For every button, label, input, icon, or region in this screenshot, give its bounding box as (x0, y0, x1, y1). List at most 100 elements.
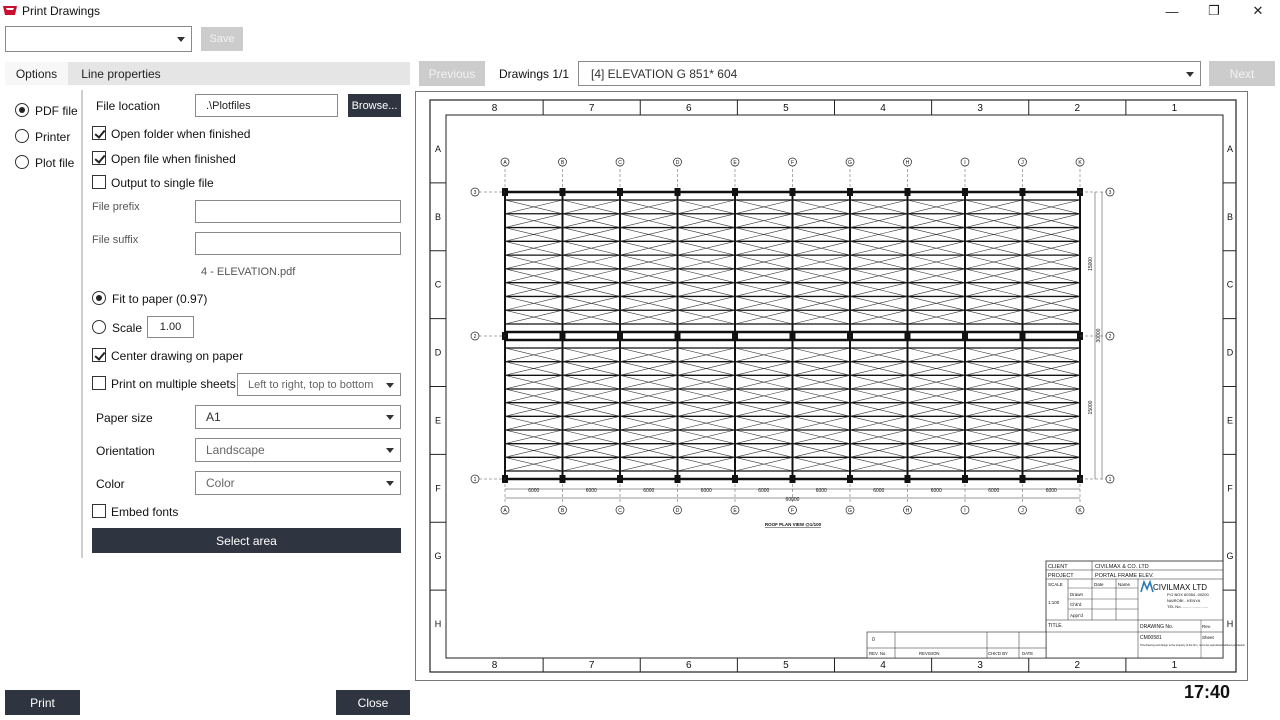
column-base (904, 332, 911, 340)
client-value: CIVILMAX & CO. LTD (1095, 564, 1149, 570)
title-label: TITLE. (1048, 623, 1063, 629)
column-base (904, 188, 911, 196)
total-dimension-label: 60000 (786, 497, 800, 503)
color-select[interactable]: Color (195, 471, 401, 495)
paper-size-value: A1 (206, 410, 221, 424)
zone-label-left: A (435, 144, 441, 154)
browse-button[interactable]: Browse... (348, 94, 401, 117)
center-drawing-checkbox[interactable] (92, 348, 106, 362)
pdf-file-label: PDF file (35, 104, 78, 118)
select-area-button[interactable]: Select area (92, 528, 401, 553)
project-value: PORTAL FRAME ELEV. (1095, 573, 1154, 579)
minimize-button[interactable]: — (1150, 0, 1194, 22)
scale-label: Scale (112, 321, 143, 335)
maximize-button[interactable]: ❐ (1192, 0, 1236, 22)
drawing-select[interactable]: [4] ELEVATION G 851* 604 (578, 61, 1201, 86)
zone-label-left: E (435, 415, 441, 425)
plot-file-label: Plot file (35, 156, 75, 170)
column-base (732, 188, 738, 196)
chevron-down-icon (1186, 71, 1194, 77)
panel-divider (81, 90, 83, 558)
file-suffix-input[interactable] (195, 232, 401, 255)
pdf-file-radio[interactable] (15, 103, 29, 117)
scale-input[interactable]: 1.00 (147, 316, 194, 338)
single-file-checkbox[interactable] (92, 175, 106, 189)
window-title: Print Drawings (22, 4, 101, 18)
column-base (732, 475, 738, 483)
column-base (962, 475, 968, 483)
side-dimension-label: 15000 (1088, 257, 1094, 271)
chevron-down-icon (386, 415, 394, 420)
file-location-input[interactable]: .\Plotfiles (195, 94, 338, 117)
company-name: CIVILMAX LTD (1153, 583, 1207, 592)
zone-label-right: F (1227, 483, 1233, 493)
column-base (1019, 475, 1026, 483)
fit-to-paper-label: Fit to paper (0.97) (112, 292, 208, 306)
drawing-preview[interactable]: 8877665544332211AABBCCDDEEFFGGHHAABBCCDD… (415, 91, 1248, 681)
chevron-down-icon (386, 448, 394, 453)
tab-options[interactable]: Options (5, 62, 68, 85)
zone-label-bottom: 8 (492, 660, 498, 671)
scale-radio[interactable] (92, 320, 106, 334)
column-base (559, 188, 566, 196)
column-base (732, 332, 738, 340)
grid-bubble-label: H (906, 160, 910, 166)
grid-bubble-label: 1 (474, 477, 477, 483)
save-button[interactable]: Save (201, 27, 243, 51)
filename-preview: 4 - ELEVATION.pdf (201, 266, 296, 278)
drawing-sheet: 8877665544332211A AB BC CD DE EF FG GH HAABBCCDD… (429, 99, 1246, 673)
company-address-1: P.O BOX 60354 -00200 (1167, 592, 1210, 597)
zone-label-bottom: 4 (880, 660, 886, 671)
drawings-counter: Drawings 1/1 (499, 67, 570, 81)
company-tel: TEL No......................... (1167, 604, 1208, 609)
zone-label-top: 3 (977, 103, 983, 114)
column-base (617, 475, 623, 483)
paper-size-label: Paper size (96, 411, 153, 425)
column-base (789, 332, 796, 340)
next-button[interactable]: Next (1209, 61, 1275, 86)
embed-fonts-checkbox[interactable] (92, 504, 106, 518)
close-window-button[interactable]: ✕ (1236, 0, 1280, 22)
plot-file-radio[interactable] (15, 155, 29, 169)
bay-dimension-label: 6000 (873, 488, 884, 494)
column-base (674, 332, 681, 340)
column-base (847, 332, 853, 340)
multiple-sheets-checkbox[interactable] (92, 376, 106, 390)
side-dimension-label: 15000 (1088, 400, 1094, 414)
close-button[interactable]: Close (336, 690, 410, 715)
open-folder-checkbox[interactable] (92, 126, 106, 140)
preset-select[interactable] (5, 26, 192, 52)
tab-line-properties[interactable]: Line properties (71, 62, 171, 85)
grid-bubble-label: D (676, 508, 680, 514)
drawing-no-label: DRAWING No. (1140, 624, 1173, 630)
column-base (617, 188, 623, 196)
single-file-label: Output to single file (111, 176, 214, 190)
date-label-2: DATE (1022, 651, 1033, 656)
paper-size-select[interactable]: A1 (195, 405, 401, 429)
column-base (674, 188, 681, 196)
grid-bubble-label: 2 (474, 334, 477, 340)
zone-label-top: 8 (492, 103, 498, 114)
file-prefix-input[interactable] (195, 200, 401, 223)
sheet-order-select[interactable]: Left to right, top to bottom (237, 373, 401, 396)
chkd-by-label: CHK'D BY (988, 651, 1008, 656)
rev-label: Rev. (1202, 624, 1211, 629)
previous-button[interactable]: Previous (419, 61, 485, 86)
column-base (559, 475, 566, 483)
zone-label-right: C (1227, 280, 1234, 290)
grid-bubble-label: C (618, 160, 622, 166)
rev-no-value: 0 (872, 637, 875, 643)
column-base (1019, 188, 1026, 196)
open-file-checkbox[interactable] (92, 151, 106, 165)
scale-label: SCALE (1048, 582, 1063, 587)
column-base (904, 475, 911, 483)
orientation-select[interactable]: Landscape (195, 438, 401, 462)
column-base (847, 188, 853, 196)
print-button[interactable]: Print (5, 690, 80, 715)
open-file-label: Open file when finished (111, 152, 236, 166)
printer-radio[interactable] (15, 129, 29, 143)
zone-label-left: C (435, 280, 442, 290)
bay-dimension-label: 6000 (816, 488, 827, 494)
fit-to-paper-radio[interactable] (92, 291, 106, 305)
bay-dimension-label: 6000 (701, 488, 712, 494)
